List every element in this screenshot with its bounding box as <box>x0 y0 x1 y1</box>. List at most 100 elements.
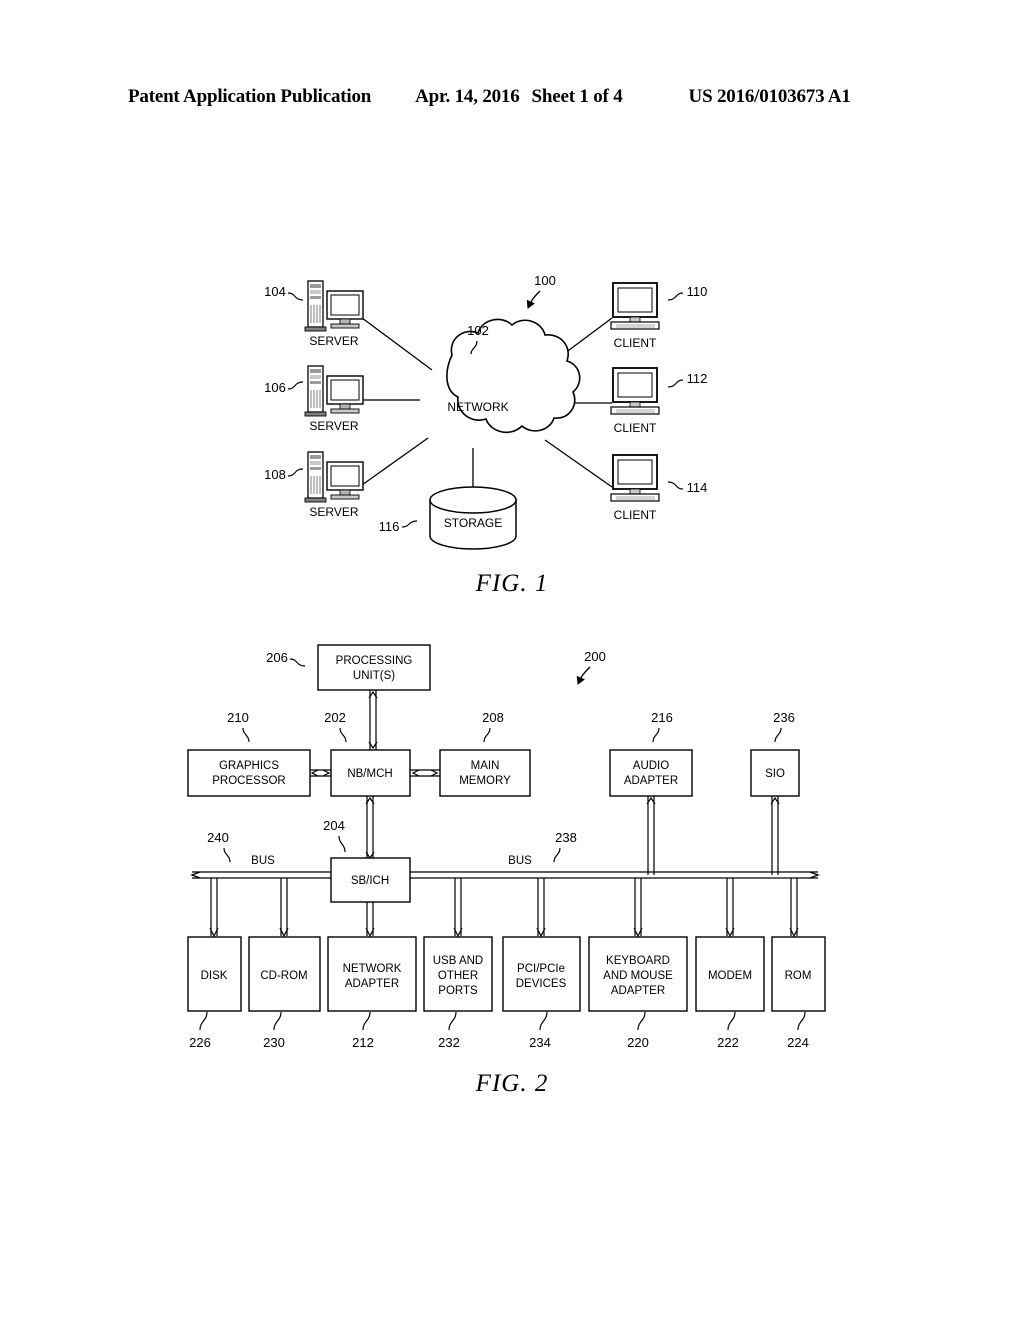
ref-208: 208 <box>482 710 504 743</box>
main-memory-label-2: MEMORY <box>459 775 511 787</box>
device-cd-rom[interactable]: CD-ROM <box>248 936 321 1012</box>
device-network-adapter[interactable]: NETWORK ADAPTER <box>327 936 417 1012</box>
usb-ports-label-1: USB AND <box>433 955 484 967</box>
ref-220-leader <box>637 1011 646 1031</box>
ref-216-leader <box>652 727 660 743</box>
ref-224-leader <box>797 1011 806 1031</box>
ref-234-number: 234 <box>529 1035 551 1050</box>
bus-drops <box>209 878 799 938</box>
block-graphics-processor[interactable]: GRAPHICS PROCESSOR <box>187 749 311 797</box>
cd-rom-label: CD-ROM <box>260 970 307 982</box>
device-keyboard-mouse-adapter[interactable]: KEYBOARD AND MOUSE ADAPTER <box>588 936 688 1012</box>
sb-ich-label: SB/ICH <box>351 875 389 887</box>
ref-224: 224 <box>787 1011 809 1050</box>
ref-236-leader <box>774 727 782 743</box>
ref-212-leader <box>362 1011 371 1031</box>
ref-216-number: 216 <box>651 710 673 725</box>
processing-unit-label-2: UNIT(S) <box>353 670 395 682</box>
bus-nbmch-mm <box>410 769 440 777</box>
ref-202: 202 <box>324 710 347 743</box>
usb-ports-label-3: PORTS <box>438 985 478 997</box>
ref-212-number: 212 <box>352 1035 374 1050</box>
bus-label-238-group: BUS 238 <box>508 830 577 867</box>
ref-224-number: 224 <box>787 1035 809 1050</box>
ref-236: 236 <box>773 710 795 743</box>
rom-label: ROM <box>785 970 812 982</box>
ref-210-leader <box>242 727 250 743</box>
bus-nbmch-sbich <box>365 796 375 860</box>
ref-222: 222 <box>717 1011 739 1050</box>
ref-226-number: 226 <box>189 1035 211 1050</box>
pci-pcie-label-2: DEVICES <box>516 978 567 990</box>
keyboard-mouse-label-3: ADAPTER <box>611 985 665 997</box>
ref-200: 200 <box>576 649 606 685</box>
ref-238-leader <box>553 847 561 863</box>
bus-label-240-group: BUS 240 <box>207 830 275 867</box>
network-adapter-label-2: ADAPTER <box>345 978 399 990</box>
bus-gp-nbmch <box>310 769 331 777</box>
ref-232: 232 <box>438 1011 460 1050</box>
device-modem[interactable]: MODEM <box>695 936 765 1012</box>
ref-222-number: 222 <box>717 1035 739 1050</box>
ref-204-leader <box>338 835 346 853</box>
block-nb-mch[interactable]: NB/MCH <box>330 749 411 797</box>
system-bus <box>190 871 820 879</box>
block-sb-ich[interactable]: SB/ICH <box>330 857 411 903</box>
ref-206: 206 <box>266 650 306 667</box>
ref-232-number: 232 <box>438 1035 460 1050</box>
keyboard-mouse-label-1: KEYBOARD <box>606 955 670 967</box>
ref-220-number: 220 <box>627 1035 649 1050</box>
audio-adapter-label-2: ADAPTER <box>624 775 678 787</box>
ref-236-number: 236 <box>773 710 795 725</box>
figure-2-caption: FIG. 2 <box>475 1070 549 1097</box>
device-usb-ports[interactable]: USB AND OTHER PORTS <box>423 936 493 1012</box>
block-audio-adapter[interactable]: AUDIO ADAPTER <box>609 749 693 797</box>
ref-226-leader <box>199 1011 208 1031</box>
processing-unit-box <box>317 644 431 691</box>
bus-label-right: BUS <box>508 855 532 867</box>
ref-226: 226 <box>189 1011 211 1050</box>
ref-200-leader <box>576 666 591 685</box>
block-main-memory[interactable]: MAIN MEMORY <box>439 749 531 797</box>
audio-adapter-label-1: AUDIO <box>633 760 669 772</box>
ref-206-leader <box>289 658 306 667</box>
audio-adapter-box <box>609 749 693 797</box>
ref-230: 230 <box>263 1011 285 1050</box>
disk-label: DISK <box>201 970 228 982</box>
graphics-processor-label-1: GRAPHICS <box>219 760 279 772</box>
ref-238-number: 238 <box>555 830 577 845</box>
block-sio[interactable]: SIO <box>750 749 800 797</box>
ref-206-number: 206 <box>266 650 288 665</box>
ref-210-number: 210 <box>227 710 249 725</box>
main-memory-box <box>439 749 531 797</box>
device-pci-pcie[interactable]: PCI/PCIe DEVICES <box>502 936 581 1012</box>
ref-212: 212 <box>352 1011 374 1050</box>
ref-232-leader <box>448 1011 457 1031</box>
ref-230-number: 230 <box>263 1035 285 1050</box>
ref-216: 216 <box>651 710 673 743</box>
graphics-processor-label-2: PROCESSOR <box>212 775 286 787</box>
sio-label: SIO <box>765 768 785 780</box>
ref-208-leader <box>483 727 491 743</box>
processing-unit-label-1: PROCESSING <box>336 655 413 667</box>
ref-234-leader <box>539 1011 548 1031</box>
keyboard-mouse-label-2: AND MOUSE <box>603 970 673 982</box>
ref-234: 234 <box>529 1011 551 1050</box>
bus-pu-nbmch <box>368 690 378 750</box>
device-disk[interactable]: DISK <box>187 936 242 1012</box>
ref-210: 210 <box>227 710 250 743</box>
ref-230-leader <box>273 1011 282 1031</box>
usb-ports-label-2: OTHER <box>438 970 478 982</box>
modem-label: MODEM <box>708 970 752 982</box>
device-rom[interactable]: ROM <box>771 936 826 1012</box>
block-processing-unit[interactable]: PROCESSING UNIT(S) <box>317 644 431 691</box>
network-adapter-label-1: NETWORK <box>343 963 402 975</box>
bus-risers-upper <box>646 796 780 875</box>
ref-240-leader <box>223 847 231 863</box>
nb-mch-label: NB/MCH <box>347 768 392 780</box>
ref-202-number: 202 <box>324 710 346 725</box>
ref-220: 220 <box>627 1011 649 1050</box>
ref-202-leader <box>339 727 347 743</box>
ref-200-number: 200 <box>584 649 606 664</box>
pci-pcie-label-1: PCI/PCIe <box>517 963 565 975</box>
